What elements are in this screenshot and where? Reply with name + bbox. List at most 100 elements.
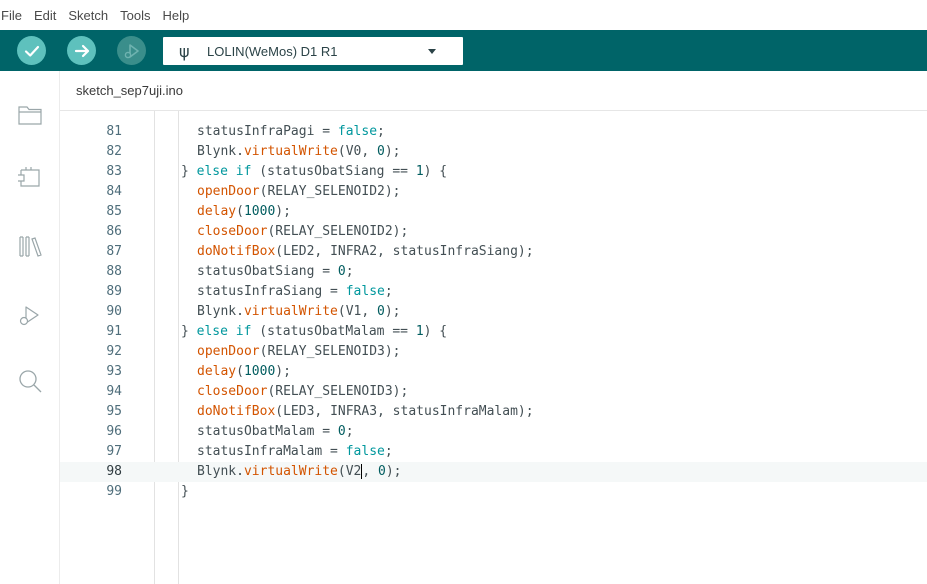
code-token: ); bbox=[275, 204, 291, 219]
code-text: } bbox=[181, 482, 189, 502]
code-text: statusObatMalam = 0; bbox=[197, 422, 354, 442]
code-token: statusInfraMalam = bbox=[197, 444, 346, 459]
code-line[interactable]: 93 delay(1000); bbox=[60, 362, 927, 382]
tab-sketch-file[interactable]: sketch_sep7uji.ino bbox=[60, 71, 195, 110]
code-text: } else if (statusObatSiang == 1) { bbox=[181, 162, 447, 182]
code-line[interactable]: 90 Blynk.virtualWrite(V1, 0); bbox=[60, 302, 927, 322]
line-number: 93 bbox=[106, 364, 122, 379]
code-token: openDoor bbox=[197, 344, 260, 359]
debug-icon bbox=[124, 43, 139, 58]
menu-help[interactable]: Help bbox=[162, 8, 189, 23]
code-text: statusInfraSiang = false; bbox=[197, 282, 393, 302]
line-number: 87 bbox=[106, 244, 122, 259]
code-token: 0 bbox=[377, 304, 385, 319]
menu-file[interactable]: File bbox=[1, 8, 22, 23]
code-line[interactable]: 99} bbox=[60, 482, 927, 502]
chevron-down-icon bbox=[428, 49, 436, 54]
code-line[interactable]: 89 statusInfraSiang = false; bbox=[60, 282, 927, 302]
code-line[interactable]: 95 doNotifBox(LED3, INFRA3, statusInfraMa… bbox=[60, 402, 927, 422]
debug-icon[interactable] bbox=[16, 301, 44, 329]
upload-button[interactable] bbox=[67, 36, 96, 65]
board-manager-icon[interactable] bbox=[16, 164, 44, 192]
line-number: 83 bbox=[106, 164, 122, 179]
code-token: doNotifBox bbox=[197, 244, 276, 259]
code-token: ; bbox=[377, 124, 385, 139]
code-token: ) { bbox=[423, 324, 448, 339]
code-token: else bbox=[196, 164, 228, 179]
code-line[interactable]: 98 Blynk.virtualWrite(V2, 0); bbox=[60, 462, 927, 482]
code-token: virtualWrite bbox=[243, 464, 338, 479]
code-token: 1 bbox=[415, 324, 424, 339]
debug-button[interactable] bbox=[117, 36, 146, 65]
code-line[interactable]: 81 statusInfraPagi = false; bbox=[60, 122, 927, 142]
menu-tools[interactable]: Tools bbox=[120, 8, 150, 23]
line-number: 95 bbox=[106, 404, 122, 419]
code-token: Blynk. bbox=[197, 144, 244, 159]
line-number: 91 bbox=[106, 324, 122, 339]
code-line[interactable]: 85 delay(1000); bbox=[60, 202, 927, 222]
code-token: closeDoor bbox=[197, 224, 268, 239]
code-text: openDoor(RELAY_SELENOID3); bbox=[197, 342, 401, 362]
code-token: 1 bbox=[415, 164, 424, 179]
code-editor[interactable]: 81 statusInfraPagi = false; 82 Blynk.virtua… bbox=[60, 111, 927, 584]
code-line[interactable]: 91 } else if (statusObatMalam == 1) { bbox=[60, 322, 927, 342]
code-token: else bbox=[196, 324, 228, 339]
code-line[interactable]: 88 statusObatSiang = 0; bbox=[60, 262, 927, 282]
code-line[interactable]: 94 closeDoor(RELAY_SELENOID3); bbox=[60, 382, 927, 402]
code-token: (RELAY_SELENOID3); bbox=[267, 384, 409, 399]
code-line[interactable]: 86 closeDoor(RELAY_SELENOID2); bbox=[60, 222, 927, 242]
line-number: 82 bbox=[106, 144, 122, 159]
line-number: 92 bbox=[106, 344, 122, 359]
code-token: openDoor bbox=[197, 184, 260, 199]
code-token: ( bbox=[236, 204, 244, 219]
line-number: 99 bbox=[106, 484, 122, 499]
code-token: statusObatSiang = bbox=[197, 264, 338, 279]
code-token: 0 bbox=[378, 464, 386, 479]
code-text: closeDoor(RELAY_SELENOID3); bbox=[197, 382, 408, 402]
code-line[interactable]: 82 Blynk.virtualWrite(V0, 0); bbox=[60, 142, 927, 162]
code-line[interactable]: 87 doNotifBox(LED2, INFRA2, statusInfraSi… bbox=[60, 242, 927, 262]
line-number: 96 bbox=[106, 424, 122, 439]
code-token: 0 bbox=[377, 144, 385, 159]
line-number: 81 bbox=[106, 124, 122, 139]
code-token: ); bbox=[275, 364, 291, 379]
line-number: 89 bbox=[106, 284, 122, 299]
line-number: 97 bbox=[106, 444, 122, 459]
code-text: doNotifBox(LED3, INFRA3, statusInfraMala… bbox=[197, 402, 534, 422]
code-token: 1000 bbox=[243, 204, 276, 219]
code-line[interactable]: 84 openDoor(RELAY_SELENOID2); bbox=[60, 182, 927, 202]
library-manager-icon[interactable] bbox=[16, 232, 44, 260]
code-line[interactable]: 97 statusInfraMalam = false; bbox=[60, 442, 927, 462]
code-line[interactable]: 83 } else if (statusObatSiang == 1) { bbox=[60, 162, 927, 182]
line-number: 90 bbox=[106, 304, 122, 319]
code-token: (V0, bbox=[337, 144, 378, 159]
code-token: ; bbox=[345, 264, 354, 279]
menu-sketch[interactable]: Sketch bbox=[68, 8, 108, 23]
code-token: , bbox=[362, 464, 379, 479]
code-text: } else if (statusObatMalam == 1) { bbox=[181, 322, 447, 342]
code-line[interactable]: 92 openDoor(RELAY_SELENOID3); bbox=[60, 342, 927, 362]
checkmark-icon bbox=[24, 45, 39, 57]
line-number: 84 bbox=[106, 184, 122, 199]
code-text: doNotifBox(LED2, INFRA2, statusInfraSian… bbox=[197, 242, 534, 262]
folder-icon[interactable] bbox=[16, 101, 44, 129]
board-selector[interactable]: ψ LOLIN(WeMos) D1 R1 bbox=[163, 37, 463, 65]
code-token: delay bbox=[197, 204, 237, 219]
code-token: Blynk. bbox=[197, 464, 244, 479]
search-icon[interactable] bbox=[16, 367, 44, 395]
code-token: (statusObatSiang == bbox=[251, 164, 416, 179]
code-token: false bbox=[345, 284, 385, 299]
verify-button[interactable] bbox=[17, 36, 46, 65]
code-line[interactable]: 96 statusObatMalam = 0; bbox=[60, 422, 927, 442]
menu-edit[interactable]: Edit bbox=[34, 8, 56, 23]
code-text: Blynk.virtualWrite(V1, 0); bbox=[197, 302, 401, 322]
line-number: 94 bbox=[106, 384, 122, 399]
sidebar bbox=[0, 71, 60, 584]
code-text: delay(1000); bbox=[197, 202, 291, 222]
code-token: doNotifBox bbox=[197, 404, 276, 419]
code-token: ; bbox=[384, 444, 393, 459]
line-number: 88 bbox=[106, 264, 122, 279]
code-text: statusObatSiang = 0; bbox=[197, 262, 354, 282]
board-name: LOLIN(WeMos) D1 R1 bbox=[207, 43, 338, 59]
